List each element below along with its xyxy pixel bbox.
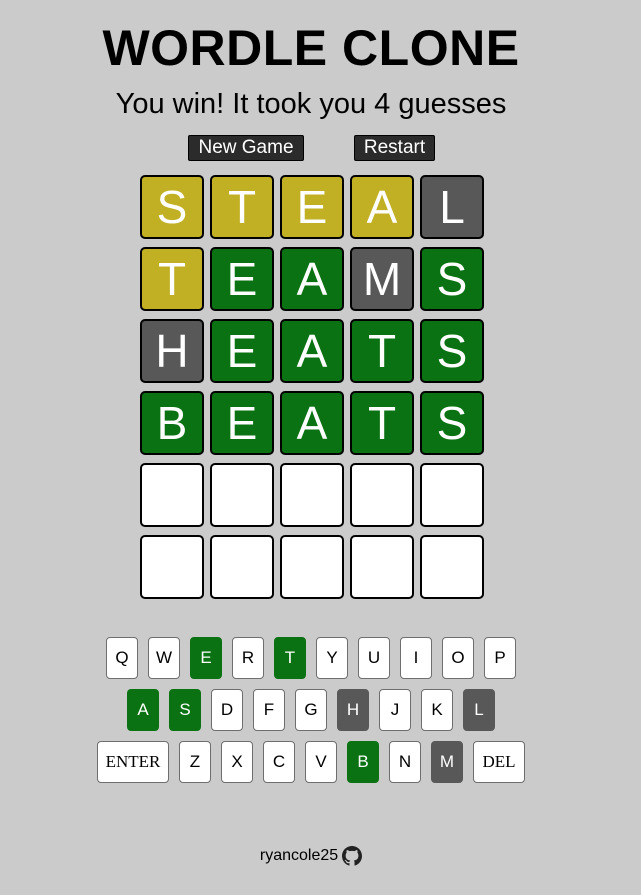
board-tile: T <box>140 247 204 311</box>
restart-button[interactable]: Restart <box>354 135 435 161</box>
key-m[interactable]: M <box>431 741 463 783</box>
board-tile: T <box>350 319 414 383</box>
key-d[interactable]: D <box>211 689 243 731</box>
key-a[interactable]: A <box>127 689 159 731</box>
board-tile: E <box>210 247 274 311</box>
key-y[interactable]: Y <box>316 637 348 679</box>
key-i[interactable]: I <box>400 637 432 679</box>
board-tile <box>350 535 414 599</box>
key-o[interactable]: O <box>442 637 474 679</box>
key-z[interactable]: Z <box>179 741 211 783</box>
board-tile <box>210 535 274 599</box>
board-tile <box>140 535 204 599</box>
guess-board: STEALTEAMSHEATSBEATS <box>140 175 484 599</box>
keyboard-row: ENTER Z X C V B N M DEL <box>0 741 622 783</box>
board-tile <box>350 463 414 527</box>
board-tile: S <box>420 391 484 455</box>
key-k[interactable]: K <box>421 689 453 731</box>
board-tile: E <box>210 391 274 455</box>
key-s[interactable]: S <box>169 689 201 731</box>
key-n[interactable]: N <box>389 741 421 783</box>
key-e[interactable]: E <box>190 637 222 679</box>
board-tile: H <box>140 319 204 383</box>
new-game-button[interactable]: New Game <box>188 135 304 161</box>
key-c[interactable]: C <box>263 741 295 783</box>
key-h[interactable]: H <box>337 689 369 731</box>
board-tile: S <box>140 175 204 239</box>
key-j[interactable]: J <box>379 689 411 731</box>
board-tile: T <box>350 391 414 455</box>
key-v[interactable]: V <box>305 741 337 783</box>
app-title: WORDLE CLONE <box>102 20 520 76</box>
board-tile: E <box>210 319 274 383</box>
board-tile <box>420 535 484 599</box>
board-tile <box>140 463 204 527</box>
key-l[interactable]: L <box>463 689 495 731</box>
board-tile: T <box>210 175 274 239</box>
key-t[interactable]: T <box>274 637 306 679</box>
key-b[interactable]: B <box>347 741 379 783</box>
board-tile: A <box>280 247 344 311</box>
key-w[interactable]: W <box>148 637 180 679</box>
on-screen-keyboard: Q W E R T Y U I O P A S D F G H J K L ENTER Z X C V B N M DEL <box>0 637 622 793</box>
footer: ryancole25 <box>0 845 622 867</box>
board-tile <box>420 463 484 527</box>
board-tile: A <box>350 175 414 239</box>
board-tile <box>280 463 344 527</box>
keyboard-row: ASDFGHJKL <box>0 689 622 731</box>
key-x[interactable]: X <box>221 741 253 783</box>
github-icon[interactable] <box>342 846 363 866</box>
board-tile: L <box>420 175 484 239</box>
board-tile: E <box>280 175 344 239</box>
github-username: ryancole25 <box>259 847 339 864</box>
enter-key[interactable]: ENTER <box>97 741 169 783</box>
board-tile: A <box>280 319 344 383</box>
github-profile-link[interactable]: ryancole25 <box>260 845 338 867</box>
board-tile: M <box>350 247 414 311</box>
board-tile: A <box>280 391 344 455</box>
board-tile: S <box>420 247 484 311</box>
keyboard-row: QWERTYUIOP <box>0 637 622 679</box>
key-q[interactable]: Q <box>106 637 138 679</box>
key-r[interactable]: R <box>232 637 264 679</box>
board-tile <box>280 535 344 599</box>
key-f[interactable]: F <box>253 689 285 731</box>
board-tile: S <box>420 319 484 383</box>
game-status-message: You win! It took you 4 guesses <box>115 88 507 120</box>
delete-key[interactable]: DEL <box>473 741 525 783</box>
board-tile <box>210 463 274 527</box>
key-p[interactable]: P <box>484 637 516 679</box>
key-g[interactable]: G <box>295 689 327 731</box>
board-tile: B <box>140 391 204 455</box>
key-u[interactable]: U <box>358 637 390 679</box>
